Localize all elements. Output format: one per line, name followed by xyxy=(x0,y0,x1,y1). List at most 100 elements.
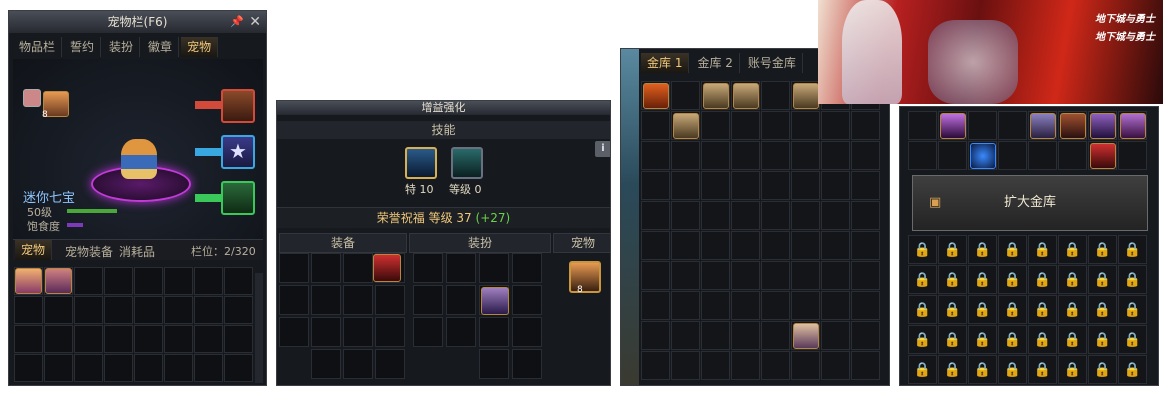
pin-icon[interactable]: 📌 xyxy=(230,11,244,33)
storage-slot[interactable] xyxy=(701,111,730,140)
inventory-slot[interactable] xyxy=(164,296,193,324)
storage-item-weapon[interactable] xyxy=(1060,113,1086,139)
skill-icon-special[interactable] xyxy=(405,147,437,179)
storage-slot[interactable] xyxy=(908,111,937,140)
storage-item-q5[interactable] xyxy=(643,83,669,109)
inventory-slot[interactable] xyxy=(194,354,223,382)
inventory-slot[interactable] xyxy=(134,296,163,324)
storage-slot[interactable] xyxy=(821,171,850,200)
storage-slot[interactable] xyxy=(821,141,850,170)
inventory-slot[interactable] xyxy=(14,325,43,353)
storage-slot[interactable] xyxy=(761,111,790,140)
tab-avatar[interactable]: 装扮 xyxy=(103,37,141,57)
equip-slot[interactable] xyxy=(279,285,309,315)
inventory-slot[interactable] xyxy=(74,354,103,382)
equip-slot[interactable] xyxy=(375,317,405,347)
storage-slot[interactable] xyxy=(821,231,850,260)
avatar-slot[interactable] xyxy=(479,317,509,347)
pet-equip-slot-green[interactable] xyxy=(221,181,255,215)
storage-slot[interactable] xyxy=(671,201,700,230)
storage-item-potion[interactable] xyxy=(940,113,966,139)
tab-oath[interactable]: 誓约 xyxy=(64,37,102,57)
storage-slot[interactable] xyxy=(761,201,790,230)
inventory-slot[interactable] xyxy=(134,354,163,382)
pet-item-2[interactable] xyxy=(45,268,72,294)
storage-slot[interactable] xyxy=(821,111,850,140)
storage-item-shoes[interactable] xyxy=(673,113,699,139)
storage-item-armor[interactable] xyxy=(1030,113,1056,139)
inventory-slot[interactable] xyxy=(224,296,253,324)
storage-slot[interactable] xyxy=(1118,141,1147,170)
storage-slot[interactable] xyxy=(641,201,670,230)
storage-slot[interactable] xyxy=(791,291,820,320)
storage-slot[interactable] xyxy=(851,171,880,200)
storage-slot[interactable] xyxy=(791,171,820,200)
storage-slot[interactable] xyxy=(791,261,820,290)
storage-item-orb[interactable] xyxy=(1120,113,1146,139)
equip-slot[interactable] xyxy=(343,349,373,379)
avatar-slot[interactable] xyxy=(512,285,542,315)
tab-storage-1[interactable]: 金库 1 xyxy=(641,53,690,73)
storage-slot[interactable] xyxy=(821,201,850,230)
storage-item-pet[interactable] xyxy=(793,323,819,349)
tab-storage-2[interactable]: 金库 2 xyxy=(691,53,740,73)
equip-slot[interactable] xyxy=(343,253,373,283)
storage-item-gem[interactable] xyxy=(1090,113,1116,139)
storage-slot[interactable] xyxy=(851,201,880,230)
storage-slot[interactable] xyxy=(641,321,670,350)
storage-slot[interactable] xyxy=(671,171,700,200)
storage-slot[interactable] xyxy=(851,321,880,350)
storage-slot[interactable] xyxy=(1058,141,1087,170)
pet-equip-slot-red[interactable] xyxy=(221,89,255,123)
storage-slot[interactable] xyxy=(701,141,730,170)
storage-slot[interactable] xyxy=(761,171,790,200)
inventory-slot[interactable] xyxy=(14,296,43,324)
storage-slot[interactable] xyxy=(701,171,730,200)
avatar-slot[interactable] xyxy=(479,253,509,283)
scrollbar[interactable] xyxy=(255,273,263,383)
equip-slot[interactable] xyxy=(311,317,341,347)
skill-icon-level[interactable] xyxy=(451,147,483,179)
inventory-slot[interactable] xyxy=(44,296,73,324)
equip-slot[interactable] xyxy=(311,285,341,315)
storage-slot[interactable] xyxy=(641,171,670,200)
storage-slot[interactable] xyxy=(791,141,820,170)
inventory-slot[interactable] xyxy=(224,267,253,295)
inventory-slot[interactable] xyxy=(14,354,43,382)
storage-slot[interactable] xyxy=(821,321,850,350)
storage-slot[interactable] xyxy=(641,261,670,290)
storage-slot[interactable] xyxy=(761,351,790,380)
inventory-slot[interactable] xyxy=(44,325,73,353)
storage-slot[interactable] xyxy=(731,291,760,320)
equip-slot[interactable] xyxy=(375,285,405,315)
storage-slot[interactable] xyxy=(821,261,850,290)
storage-slot[interactable] xyxy=(641,111,670,140)
storage-slot[interactable] xyxy=(731,201,760,230)
storage-slot[interactable] xyxy=(851,141,880,170)
storage-slot[interactable] xyxy=(851,111,880,140)
avatar-slot[interactable] xyxy=(413,253,443,283)
storage-slot[interactable] xyxy=(641,141,670,170)
avatar-slot[interactable] xyxy=(512,317,542,347)
storage-item-top[interactable] xyxy=(703,83,729,109)
inventory-slot[interactable] xyxy=(164,325,193,353)
storage-slot[interactable] xyxy=(821,291,850,320)
storage-slot[interactable] xyxy=(731,321,760,350)
inventory-slot[interactable] xyxy=(44,354,73,382)
storage-slot[interactable] xyxy=(851,351,880,380)
inventory-slot[interactable] xyxy=(134,325,163,353)
storage-slot[interactable] xyxy=(671,321,700,350)
storage-slot[interactable] xyxy=(731,141,760,170)
equip-slot[interactable] xyxy=(343,317,373,347)
storage-slot[interactable] xyxy=(851,231,880,260)
pet-slot-item[interactable] xyxy=(569,261,601,293)
inventory-slot[interactable] xyxy=(134,267,163,295)
equip-slot[interactable] xyxy=(311,349,341,379)
inventory-slot[interactable] xyxy=(74,267,103,295)
storage-slot[interactable] xyxy=(671,141,700,170)
storage-slot[interactable] xyxy=(791,201,820,230)
storage-slot[interactable] xyxy=(791,351,820,380)
storage-slot[interactable] xyxy=(671,261,700,290)
tab-pet[interactable]: 宠物 xyxy=(181,37,219,57)
storage-slot[interactable] xyxy=(641,291,670,320)
